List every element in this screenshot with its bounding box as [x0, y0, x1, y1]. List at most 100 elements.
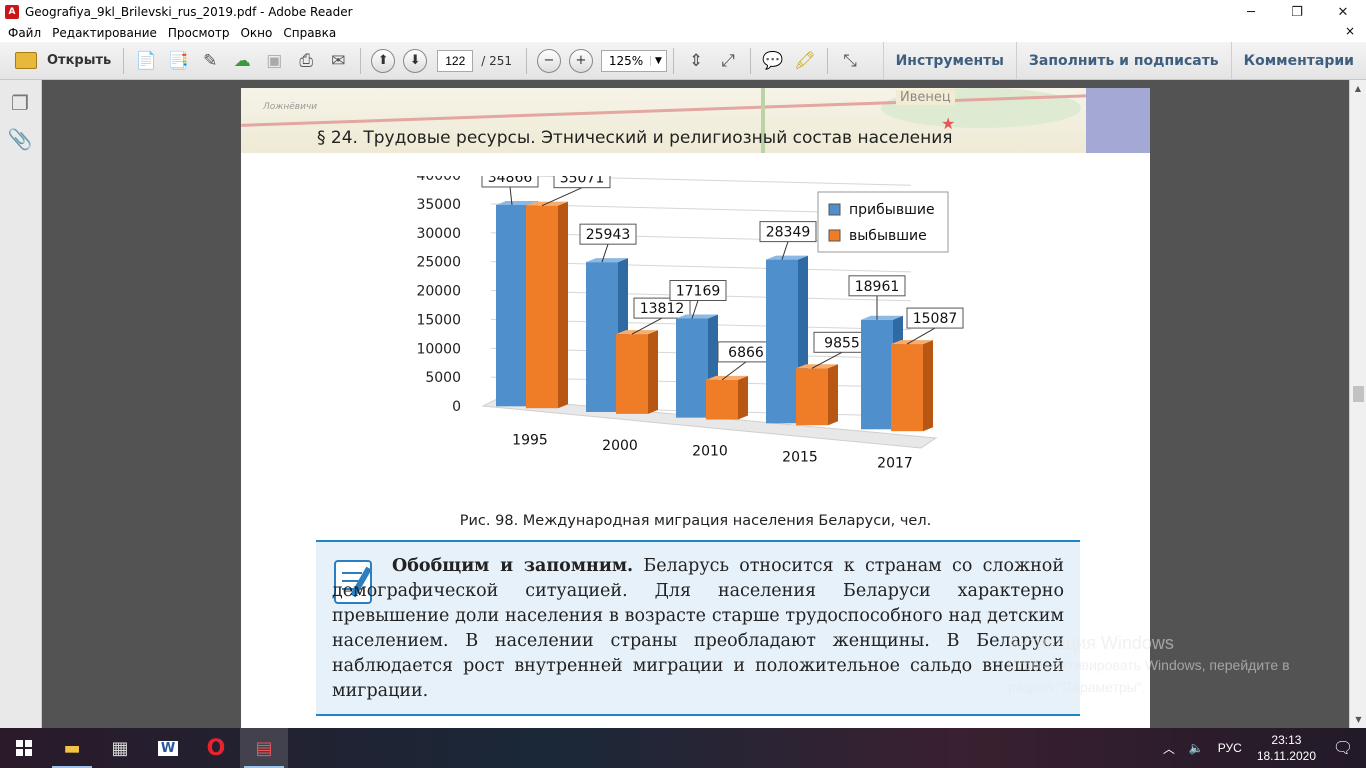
- menu-edit[interactable]: Редактирование: [52, 26, 157, 40]
- previous-page-button[interactable]: ⬆: [371, 48, 396, 73]
- toolbar-separator: [673, 47, 674, 74]
- zoom-out-button[interactable]: −: [537, 48, 561, 73]
- bar-arrivals: [861, 319, 893, 430]
- document-viewport[interactable]: Ложнёвичи Ивенец ★ § 24. Трудовые ресурс…: [42, 80, 1349, 728]
- clock-date: 18.11.2020: [1256, 749, 1316, 763]
- toolbar-separator: [750, 47, 751, 74]
- zoom-value: 125%: [608, 53, 644, 68]
- opera-icon[interactable]: O: [192, 728, 240, 768]
- zoom-select[interactable]: 125% ▼: [601, 49, 667, 72]
- figure-caption: Рис. 98. Международная миграция населени…: [459, 513, 932, 529]
- clock[interactable]: 23:13 18.11.2020: [1257, 732, 1316, 764]
- menu-bar: Файл Редактирование Просмотр Окно Справк…: [0, 24, 1366, 42]
- windows-taskbar: ▬ ▦ W O ▤ ︿ 🔈 РУС 23:13 18.11.2020 🗨: [0, 728, 1366, 768]
- bar-departures: [616, 334, 648, 414]
- x-tick-label: 1995: [512, 432, 548, 448]
- data-label: 25943: [586, 227, 631, 243]
- highlight-icon[interactable]: 🖍: [792, 48, 818, 74]
- chart-svg: 40000 35000 30000 25000 20000 15000 10000 5000 0…: [416, 166, 964, 471]
- combine-files-icon[interactable]: 📑: [165, 48, 191, 74]
- migration-chart: 40000 35000 30000 25000 20000 15000 10000 5000 0…: [391, 166, 971, 506]
- menu-help[interactable]: Справка: [283, 26, 336, 40]
- volume-icon[interactable]: 🔈: [1189, 741, 1204, 755]
- email-icon[interactable]: ✉: [325, 48, 351, 74]
- bar-departures-side: [828, 364, 838, 426]
- clock-time: 23:13: [1271, 733, 1302, 747]
- fit-width-icon[interactable]: ⤢: [715, 48, 741, 74]
- close-button[interactable]: ✕: [1320, 0, 1366, 24]
- create-pdf-icon[interactable]: 📄: [133, 48, 159, 74]
- y-tick-label: 30000: [416, 226, 461, 242]
- start-button[interactable]: [0, 728, 48, 768]
- activation-line: раздел "Параметры".: [1008, 679, 1146, 695]
- fit-page-icon[interactable]: ⇕: [683, 48, 709, 74]
- summary-note: Обобщим и запомним. Беларусь относится к…: [316, 540, 1080, 716]
- x-tick-label: 2015: [782, 449, 818, 465]
- bar-departures: [526, 205, 558, 409]
- open-button[interactable]: Открыть: [9, 46, 117, 76]
- next-page-button[interactable]: ⬇: [403, 48, 428, 73]
- calculator-icon[interactable]: ▦: [96, 728, 144, 768]
- legend-label: прибывшие: [849, 202, 935, 218]
- scroll-up-icon[interactable]: ▲: [1350, 80, 1366, 97]
- legend-swatch: [828, 229, 841, 242]
- fill-and-sign-link[interactable]: Заполнить и подписать: [1015, 42, 1231, 80]
- edit-pdf-icon[interactable]: ✎: [197, 48, 223, 74]
- data-label: 34866: [488, 176, 533, 186]
- maximize-button[interactable]: ❐: [1274, 0, 1320, 24]
- open-label: Открыть: [47, 53, 112, 68]
- windows-logo-icon: [16, 740, 32, 756]
- save-icon[interactable]: ▣: [261, 48, 287, 74]
- notifications-icon[interactable]: 🗨: [1328, 738, 1358, 758]
- chevron-up-icon[interactable]: ︿: [1163, 740, 1175, 757]
- minimize-button[interactable]: ─: [1228, 0, 1274, 24]
- windows-activation-watermark: Активация Windows Чтобы активировать Win…: [1008, 632, 1290, 698]
- menu-window[interactable]: Окно: [240, 26, 272, 40]
- fullscreen-icon[interactable]: ⤡: [837, 48, 863, 74]
- attachments-icon[interactable]: 📎: [8, 126, 33, 152]
- main-toolbar: Открыть 📄 📑 ✎ ☁ ▣ ⎙ ✉ ⬆ ⬇ 122 / 251 − + …: [0, 42, 1366, 80]
- toolbar-separator: [526, 47, 527, 74]
- navigation-pane: ❐ 📎: [0, 80, 42, 728]
- file-explorer-icon[interactable]: ▬: [48, 728, 96, 768]
- cloud-upload-icon[interactable]: ☁: [229, 48, 255, 74]
- page-number-input[interactable]: 122: [437, 49, 474, 72]
- chevron-down-icon: ▼: [650, 55, 666, 66]
- y-tick-label: 25000: [416, 255, 461, 271]
- map-town-label: Ложнёвичи: [263, 102, 318, 112]
- y-tick-label: 15000: [416, 312, 461, 328]
- document-close-button[interactable]: ×: [1345, 24, 1355, 38]
- scroll-thumb[interactable]: [1353, 386, 1364, 402]
- data-label: 6866: [728, 345, 764, 361]
- word-icon[interactable]: W: [144, 728, 192, 768]
- activation-line: Чтобы активировать Windows, перейдите в: [1008, 657, 1290, 673]
- menu-view[interactable]: Просмотр: [168, 26, 230, 40]
- note-body: Беларусь относится к странам со сложной …: [332, 556, 1064, 701]
- tools-link[interactable]: Инструменты: [882, 42, 1016, 80]
- x-tick-label: 2010: [692, 444, 728, 460]
- zoom-in-button[interactable]: +: [569, 48, 593, 73]
- vertical-scrollbar[interactable]: ▲ ▼: [1349, 80, 1366, 728]
- data-label: 35071: [560, 176, 605, 187]
- scroll-down-icon[interactable]: ▼: [1350, 711, 1366, 728]
- toolbar-right-links: Инструменты Заполнить и подписать Коммен…: [882, 42, 1366, 80]
- bar-departures-side: [558, 201, 568, 409]
- print-icon[interactable]: ⎙: [293, 48, 319, 74]
- system-tray: ︿ 🔈 РУС 23:13 18.11.2020 🗨: [1156, 728, 1366, 768]
- toolbar-separator: [360, 47, 362, 74]
- comments-link[interactable]: Комментарии: [1230, 42, 1366, 80]
- toolbar-separator: [123, 47, 125, 74]
- activation-title: Активация Windows: [1008, 633, 1174, 653]
- y-tick-label: 5000: [425, 370, 461, 386]
- comment-icon[interactable]: 💬: [760, 48, 786, 74]
- window-controls: ─ ❐ ✕: [1228, 0, 1366, 24]
- adobe-reader-taskbar-icon[interactable]: ▤: [240, 728, 288, 768]
- page-thumbnails-icon[interactable]: ❐: [8, 90, 32, 116]
- y-tick-label: 35000: [416, 197, 461, 213]
- note-text: Обобщим и запомним. Беларусь относится к…: [332, 554, 1064, 704]
- bar-departures-side: [923, 340, 933, 432]
- title-bar: A Geografiya_9kl_Brilevski_rus_2019.pdf …: [0, 0, 1366, 24]
- language-indicator[interactable]: РУС: [1218, 741, 1242, 755]
- menu-file[interactable]: Файл: [8, 26, 41, 40]
- bar-arrivals: [586, 262, 618, 412]
